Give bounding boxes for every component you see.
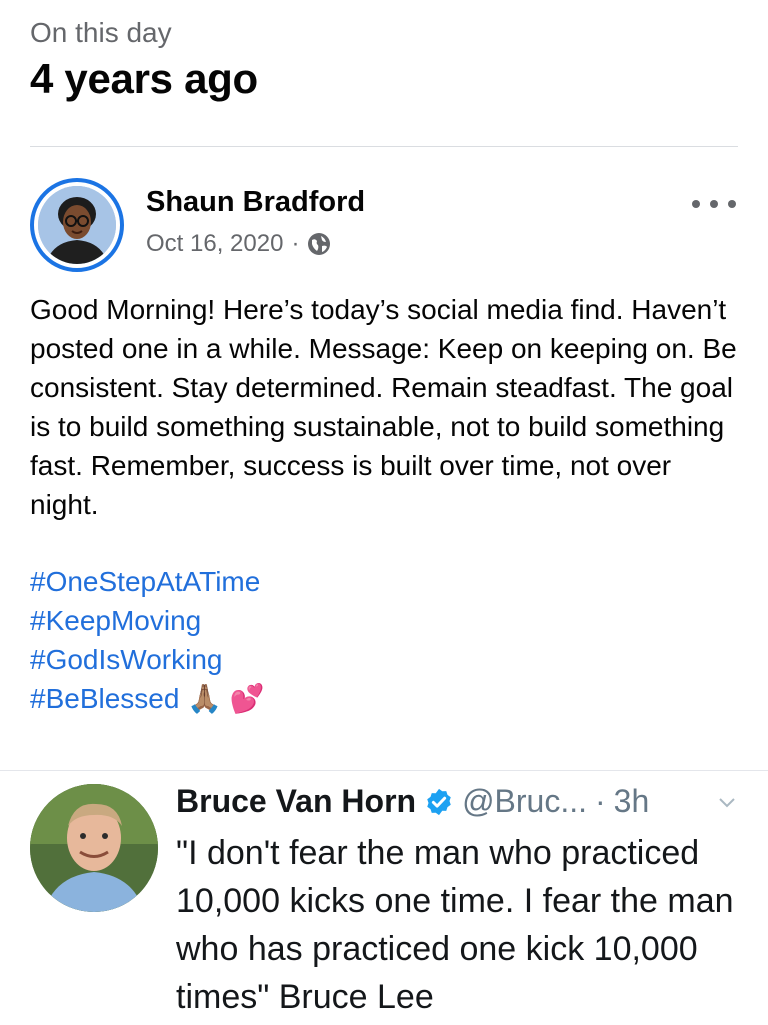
hashtag-link[interactable]: #OneStepAtATime [30, 562, 745, 601]
meta-separator: · [291, 230, 300, 257]
verified-badge-icon [427, 788, 451, 815]
chevron-down-icon[interactable] [718, 797, 736, 809]
author-avatar[interactable] [30, 178, 124, 272]
last-hashtag-line: #BeBlessed 🙏🏽 💕 [30, 683, 265, 714]
hashtag-link[interactable]: #KeepMoving [30, 601, 745, 640]
post-body: Good Morning! Here’s today’s social medi… [30, 290, 745, 718]
embedded-tweet[interactable]: Bruce Van Horn @Bruc... · 3h "I don't fe… [0, 770, 768, 1025]
post-header: Shaun Bradford Oct 16, 2020 · [30, 178, 738, 272]
memory-kicker: On this day [30, 17, 172, 48]
post-date[interactable]: Oct 16, 2020 [146, 230, 283, 258]
tweet-timestamp[interactable]: 3h [614, 783, 650, 820]
more-options-icon[interactable] [692, 194, 736, 214]
divider [30, 146, 738, 147]
memory-headline: 4 years ago [30, 55, 258, 102]
tweet-separator: · [595, 783, 606, 819]
memory-header: On this day 4 years ago [30, 14, 258, 106]
hashtag-list: #OneStepAtATime #KeepMoving #GodIsWorkin… [30, 562, 745, 718]
trailing-emoji: 🙏🏽 💕 [187, 683, 265, 714]
tweet-author-handle[interactable]: @Bruc... [462, 783, 587, 820]
hashtag-link[interactable]: #GodIsWorking [30, 640, 745, 679]
tweet-text: "I don't fear the man who practiced 10,0… [176, 834, 734, 1016]
hashtag-link[interactable]: #BeBlessed [30, 683, 179, 714]
tweet-author-name[interactable]: Bruce Van Horn [176, 783, 416, 820]
tweet-header: Bruce Van Horn @Bruc... · 3h [176, 783, 649, 820]
post-text: Good Morning! Here’s today’s social medi… [30, 294, 737, 520]
tweet-author-avatar[interactable] [30, 784, 158, 912]
post-author[interactable]: Shaun Bradford [146, 186, 365, 219]
globe-icon [308, 233, 331, 255]
post-meta: Oct 16, 2020 · [146, 230, 331, 258]
